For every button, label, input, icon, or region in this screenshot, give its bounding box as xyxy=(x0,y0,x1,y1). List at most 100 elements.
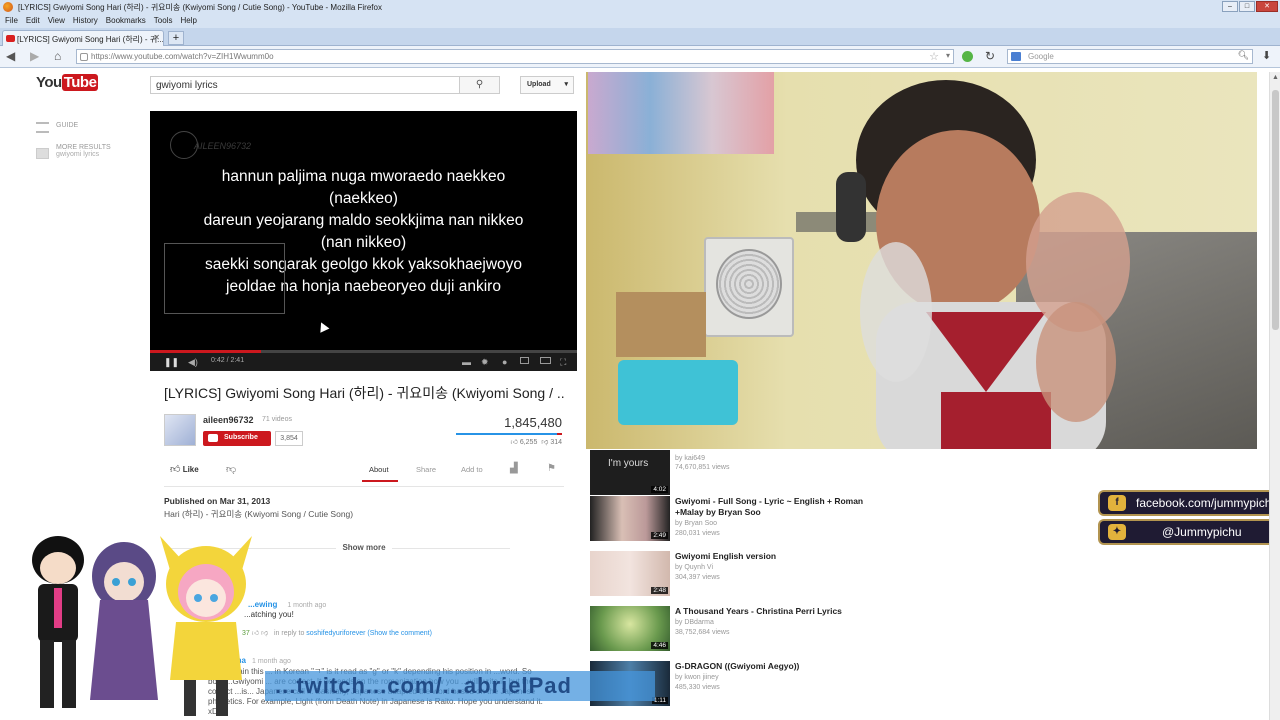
captions-icon[interactable]: ▬ xyxy=(462,357,471,367)
menu-file[interactable]: File xyxy=(5,16,18,26)
youtube-logo[interactable]: You Tube xyxy=(36,74,99,94)
upload-label: Upload xyxy=(527,81,551,88)
twitter-icon: ✦ xyxy=(1108,524,1126,540)
twitter-badge: ✦ @Jummypichu xyxy=(1098,519,1280,545)
guide-icon xyxy=(36,122,49,133)
video-channel[interactable]: by Bryan Soo xyxy=(675,520,717,527)
menu-tools[interactable]: Tools xyxy=(154,16,173,26)
dislike-count: 314 xyxy=(550,439,562,446)
video-duration: 4:02 xyxy=(651,486,668,493)
video-count[interactable]: 71 videos xyxy=(262,416,292,423)
thumbs-up-icon: 👍︎ xyxy=(510,439,518,446)
menu-edit[interactable]: Edit xyxy=(26,16,40,26)
flag-icon[interactable]: ⚑ xyxy=(547,463,556,474)
list-item[interactable]: 2:48 Gwiyomi English version by Quynh Vi… xyxy=(590,551,890,599)
menu-view[interactable]: View xyxy=(48,16,65,26)
stats-icon[interactable]: ▟ xyxy=(510,463,518,474)
play-pause-icon[interactable]: ❚❚ xyxy=(164,357,179,368)
addon-icon[interactable] xyxy=(962,51,973,62)
star-icon[interactable]: ☆ xyxy=(929,50,939,63)
like-button[interactable]: 👍︎ Like xyxy=(170,463,199,475)
settings-icon[interactable]: ✹ xyxy=(481,357,489,368)
download-icon[interactable]: ⬇ xyxy=(1262,49,1271,62)
lock-icon xyxy=(80,53,88,61)
list-item[interactable]: 4:46 A Thousand Years - Christina Perri … xyxy=(590,606,890,654)
like-ratio-fill xyxy=(456,433,557,435)
progress-bar[interactable] xyxy=(150,350,577,353)
chevron-down-icon[interactable]: ▾ xyxy=(564,77,568,93)
large-player-icon[interactable] xyxy=(540,357,551,366)
volume-icon[interactable]: ◀) xyxy=(188,357,198,368)
menu-help[interactable]: Help xyxy=(180,16,196,26)
video-thumbnail[interactable]: I'm yours 4:02 xyxy=(590,450,670,495)
video-thumbnail[interactable]: 2:49 xyxy=(590,496,670,541)
forward-icon[interactable]: ▶ xyxy=(30,49,39,63)
video-channel[interactable]: by DBdarma xyxy=(675,619,714,626)
watermark-text: AILEEN96732 xyxy=(194,141,252,151)
upload-button[interactable]: Upload ▾ xyxy=(520,76,574,94)
search-icon[interactable]: 🔍︎ xyxy=(1238,50,1249,61)
back-icon[interactable]: ◀ xyxy=(6,49,15,63)
youtube-icon xyxy=(208,434,218,442)
close-window-button[interactable]: ✕ xyxy=(1256,1,1278,12)
annotations-icon[interactable]: ● xyxy=(502,357,507,367)
tab-title: [LYRICS] Gwiyomi Song Hari (하리) - 귀... xyxy=(17,35,164,44)
video-channel[interactable]: by Quynh Vi xyxy=(675,564,713,571)
reload-icon[interactable]: ↻ xyxy=(985,49,995,63)
youtube-search-input[interactable]: gwiyomi lyrics xyxy=(150,76,460,94)
avatar[interactable] xyxy=(164,414,196,446)
tab-share[interactable]: Share xyxy=(416,465,436,474)
dislike-button[interactable]: 👎︎ xyxy=(226,463,236,475)
video-title[interactable]: Gwiyomi English version xyxy=(675,551,890,562)
lyric-frame xyxy=(164,243,285,314)
logo-you: You xyxy=(36,74,62,91)
tab-about-indicator xyxy=(362,480,398,482)
menu-history[interactable]: History xyxy=(73,16,98,26)
miniplayer-icon[interactable] xyxy=(520,357,529,366)
list-item[interactable]: 2:49 Gwiyomi - Full Song - Lyric ~ Engli… xyxy=(590,496,890,544)
fullscreen-icon[interactable]: ⛶ xyxy=(560,357,566,368)
video-title[interactable]: G-DRAGON ((Gwiyomi Aegyo)) xyxy=(675,661,890,672)
scrollbar-thumb[interactable] xyxy=(1272,90,1279,330)
uploader-name[interactable]: aileen96732 xyxy=(203,415,254,425)
search-icon: ⚲ xyxy=(475,79,484,90)
thumbs-down-icon[interactable]: 👎︎ xyxy=(261,630,268,637)
list-item[interactable]: I'm yours 4:02 by kai649 74,670,851 view… xyxy=(590,450,890,498)
page-scrollbar[interactable]: ▲ xyxy=(1269,72,1280,720)
tab-add-to[interactable]: Add to xyxy=(461,465,483,474)
minimize-button[interactable]: – xyxy=(1222,1,1238,12)
player-controls: ❚❚ ◀) 0:42 / 2:41 ▬ ✹ ● ⛶ xyxy=(150,350,577,371)
new-tab-button[interactable]: + xyxy=(168,31,184,45)
video-channel[interactable]: by kwon jiiney xyxy=(675,674,719,681)
tab-bar: [LYRICS] Gwiyomi Song Hari (하리) - 귀... ✕… xyxy=(0,28,1280,46)
home-icon[interactable]: ⌂ xyxy=(54,49,61,63)
subscribe-button[interactable]: Subscribe xyxy=(203,431,271,446)
browser-search-input[interactable]: Google 🔍︎ xyxy=(1007,49,1253,64)
paper-bag xyxy=(616,292,706,357)
video-description: Hari (하리) - 귀요미송 (Kwiyomi Song / Cutie S… xyxy=(164,509,354,519)
tab-about[interactable]: About xyxy=(369,465,389,474)
menu-bookmarks[interactable]: Bookmarks xyxy=(106,16,146,26)
url-bar[interactable]: https://www.youtube.com/watch?v=ZIH1Wwum… xyxy=(76,49,954,64)
video-channel[interactable]: by kai649 xyxy=(675,455,705,462)
youtube-search-button[interactable]: ⚲ xyxy=(460,76,500,94)
url-text: https://www.youtube.com/watch?v=ZIH1Wwum… xyxy=(91,52,274,61)
like-count: 6,255 xyxy=(519,439,538,446)
browser-tab[interactable]: [LYRICS] Gwiyomi Song Hari (하리) - 귀... ✕ xyxy=(2,30,164,46)
video-player[interactable]: AILEEN96732 hannun paljima nuga mworaedo… xyxy=(150,111,577,371)
scroll-up-icon[interactable]: ▲ xyxy=(1272,74,1279,81)
guide-item[interactable]: GUIDE xyxy=(36,122,136,144)
video-title[interactable]: A Thousand Years - Christina Perri Lyric… xyxy=(675,606,890,617)
reply-to-link[interactable]: soshifedyuriforever (Show the comment) xyxy=(306,630,432,637)
more-results-item[interactable]: MORE RESULTS gwiyomi lyrics xyxy=(36,144,136,166)
video-views: 304,397 views xyxy=(675,574,720,581)
video-thumbnail[interactable]: 4:46 xyxy=(590,606,670,651)
video-thumbnail[interactable]: 2:48 xyxy=(590,551,670,596)
thumbnail-icon xyxy=(36,148,49,159)
chevron-down-icon[interactable]: ▾ xyxy=(946,51,950,60)
firefox-icon xyxy=(3,2,13,12)
video-title[interactable]: Gwiyomi - Full Song - Lyric ~ English + … xyxy=(675,496,890,518)
close-tab-icon[interactable]: ✕ xyxy=(153,33,160,42)
video-views: 38,752,684 views xyxy=(675,629,730,636)
maximize-button[interactable]: □ xyxy=(1239,1,1255,12)
